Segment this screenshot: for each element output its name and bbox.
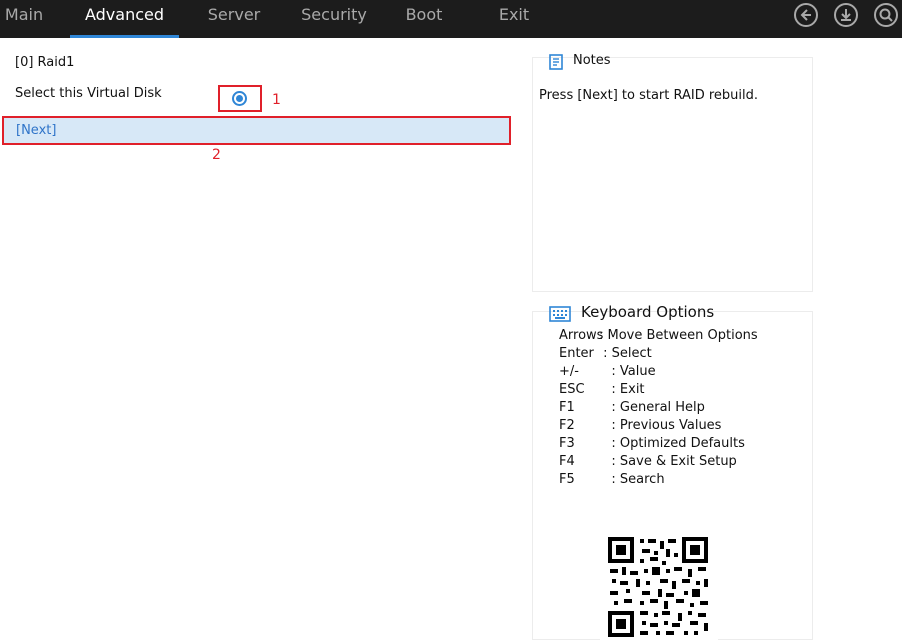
tab-boot[interactable]: Boot (396, 0, 452, 38)
tab-server[interactable]: Server (199, 0, 269, 38)
select-virtual-disk-label: Select this Virtual Disk (15, 86, 162, 101)
back-icon[interactable] (794, 3, 818, 27)
next-button[interactable]: [Next] (2, 116, 511, 145)
search-icon[interactable] (874, 3, 898, 27)
keyboard-icon (549, 306, 571, 322)
notes-icon (549, 54, 563, 70)
kb-item: F4 : Save & Exit Setup (559, 454, 737, 469)
tab-advanced[interactable]: Advanced (70, 0, 179, 38)
tab-exit[interactable]: Exit (490, 0, 538, 38)
kb-item: F1 : General Help (559, 400, 705, 415)
kb-item: F2 : Previous Values (559, 418, 722, 433)
save-download-icon[interactable] (834, 3, 858, 27)
kb-item: Enter : Select (559, 346, 652, 361)
annotation-1: 1 (272, 92, 281, 108)
kb-item: F3 : Optimized Defaults (559, 436, 745, 451)
kb-item: F5 : Search (559, 472, 665, 487)
notes-title: Notes (573, 53, 611, 68)
qr-code-image (600, 527, 718, 640)
radio-highlight-box (218, 85, 262, 112)
tab-security[interactable]: Security (291, 0, 377, 38)
virtual-disk-label: [0] Raid1 (15, 55, 75, 70)
kb-item: Arrows: Move Between Options (559, 328, 758, 343)
radio-selected-dot (236, 95, 243, 102)
top-nav-bar: Main Advanced Server Security Boot Exit (0, 0, 902, 38)
select-virtual-disk-radio[interactable] (232, 91, 247, 106)
notes-text: Press [Next] to start RAID rebuild. (539, 88, 759, 103)
active-tab-indicator (70, 35, 179, 38)
keyboard-options-list: Arrows: Move Between Options Enter : Sel… (559, 328, 758, 490)
tab-main[interactable]: Main (0, 0, 48, 38)
keyboard-options-title: Keyboard Options (581, 303, 715, 321)
kb-item: ESC : Exit (559, 382, 645, 397)
annotation-2: 2 (212, 147, 221, 163)
kb-item: +/- : Value (559, 364, 656, 379)
notes-panel: Notes Press [Next] to start RAID rebuild… (532, 53, 813, 292)
next-label: [Next] (16, 123, 57, 138)
